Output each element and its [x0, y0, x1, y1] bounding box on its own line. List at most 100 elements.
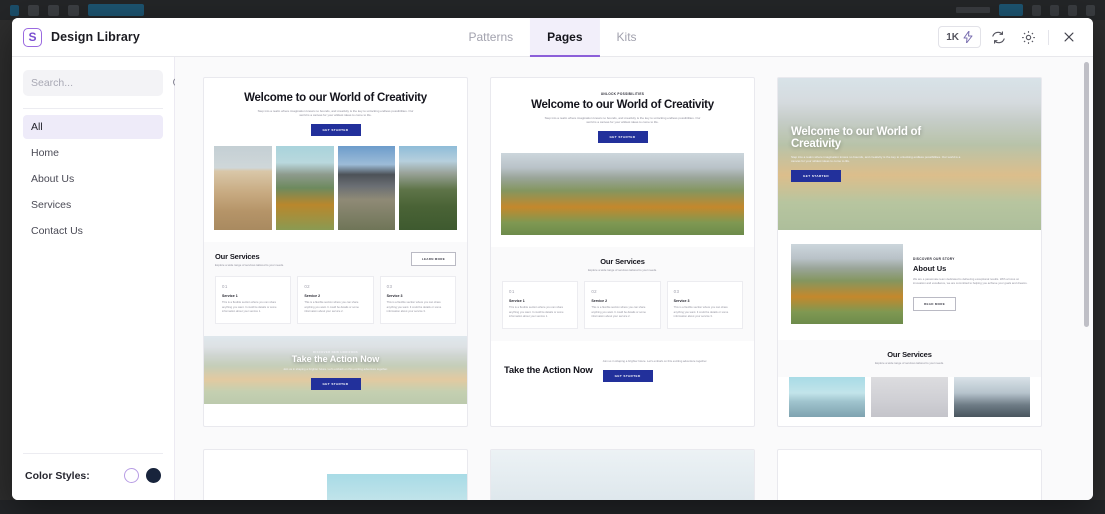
service-desc: This is a flexible section where you can…	[304, 301, 359, 313]
close-button[interactable]	[1056, 24, 1082, 50]
color-swatch-light[interactable]	[124, 468, 139, 483]
service-card[interactable]: 03 Service 3 This is a flexible section …	[666, 281, 743, 329]
cta-content: DISCOVER NEW HORIZONS Take the Action No…	[283, 350, 388, 390]
services-title: Our Services	[215, 252, 260, 262]
tab-kits[interactable]: Kits	[600, 18, 654, 56]
tab-patterns[interactable]: Patterns	[451, 18, 530, 56]
hero-title: Welcome to our World of Creativity	[531, 99, 714, 111]
host-toolbar-chip	[1032, 4, 1041, 16]
cta-title: Take the Action Now	[504, 364, 593, 376]
service-title: Service 1	[509, 299, 525, 304]
service-number: 03	[386, 284, 393, 290]
hero-title: Welcome to our World of Creativity	[791, 125, 921, 151]
learn-more-button[interactable]: LEARN MORE	[410, 252, 456, 267]
sidebar-item-home[interactable]: Home	[23, 141, 163, 165]
color-styles-label: Color Styles:	[25, 469, 90, 482]
host-toolbar-chip	[1050, 4, 1059, 16]
cta-subtitle: Join us in shaping a brighter future. Le…	[283, 366, 388, 371]
about-section: DISCOVER OUR STORY About Us We are a pas…	[778, 230, 1041, 340]
service-number: 02	[304, 284, 311, 290]
tab-bar: Patterns Pages Kits	[451, 18, 654, 57]
credits-count: 1K	[946, 31, 959, 43]
services-subtitle: Explore a wide range of services tailore…	[588, 268, 657, 273]
host-toolbar-pill	[88, 4, 144, 16]
hero-image	[501, 153, 744, 236]
hero-cta-button[interactable]: GET STARTED	[791, 170, 841, 183]
page-template-card[interactable]	[490, 449, 755, 500]
template-canvas[interactable]: Welcome to our World of Creativity Step …	[175, 57, 1093, 500]
search-box[interactable]	[23, 70, 184, 96]
sidebar: All Home About Us Services Contact Us Co…	[12, 57, 184, 500]
service-desc: This is a flexible section where you can…	[509, 306, 564, 318]
canvas-scrollbar[interactable]	[1083, 62, 1090, 495]
cta-content: Join us in shaping a brighter future. Le…	[602, 359, 741, 383]
sidebar-footer-divider	[23, 453, 163, 454]
service-title: Service 2	[304, 294, 321, 299]
sidebar-item-contact-us[interactable]: Contact Us	[23, 219, 163, 243]
host-toolbar-chip	[28, 4, 39, 16]
credits-badge[interactable]: 1K	[938, 26, 981, 48]
page-template-card[interactable]: Our Inspiring Journey	[777, 449, 1042, 500]
scrollbar-thumb[interactable]	[1084, 62, 1089, 327]
cta-button[interactable]: GET STARTED	[602, 370, 653, 383]
sync-icon	[991, 30, 1006, 45]
services-subtitle: Explore a wide range of services tailore…	[215, 263, 284, 268]
service-desc: This is a flexible section where you can…	[222, 301, 277, 313]
hero-image	[399, 146, 457, 231]
header-divider	[1048, 29, 1049, 45]
sidebar-divider	[23, 108, 163, 109]
host-toolbar-chip	[1068, 4, 1077, 16]
settings-button[interactable]	[1015, 24, 1041, 50]
host-toolbar-chip	[1086, 4, 1095, 16]
about-content: DISCOVER OUR STORY About Us We are a pas…	[913, 257, 1028, 312]
search-input[interactable]	[31, 77, 166, 89]
service-card[interactable]: 02 Service 2 This is a flexible section …	[584, 281, 661, 329]
about-image	[791, 244, 903, 324]
hero-cta-button[interactable]: GET STARTED	[310, 124, 361, 137]
service-card[interactable]: 02 Service 2 This is a flexible section …	[297, 276, 374, 324]
service-thumb	[789, 377, 866, 417]
read-more-button[interactable]: READ MORE	[913, 297, 957, 312]
sync-button[interactable]	[985, 24, 1011, 50]
page-template-card[interactable]	[203, 449, 468, 500]
hero-image-row	[204, 146, 467, 242]
service-number: 01	[222, 284, 228, 290]
hero-section: Welcome to our World of Creativity Step …	[204, 78, 467, 146]
cta-section: DISCOVER NEW HORIZONS Take the Action No…	[204, 335, 467, 404]
host-toolbar-text	[956, 7, 990, 13]
host-toolbar-chip	[48, 4, 59, 16]
about-title: About Us	[913, 263, 947, 273]
color-swatch-dark[interactable]	[146, 468, 161, 483]
hero-section: Welcome to our World of Creativity Step …	[778, 78, 1041, 230]
host-bottom-bar	[0, 500, 1105, 514]
hero-image-row	[491, 153, 754, 247]
hero-image	[214, 146, 272, 231]
service-card[interactable]: 03 Service 3 This is a flexible section …	[379, 276, 456, 324]
sidebar-footer: Color Styles:	[23, 453, 163, 500]
tab-pages[interactable]: Pages	[530, 18, 600, 57]
page-template-card[interactable]: UNLOCK POSSIBILITIES Welcome to our Worl…	[490, 77, 755, 427]
service-thumb	[953, 377, 1030, 417]
hero-title: Welcome to our World of Creativity	[244, 92, 427, 104]
service-card[interactable]: 01 Service 1 This is a flexible section …	[215, 276, 292, 324]
host-toolbar-chip	[10, 4, 19, 16]
services-row: 01 Service 1 This is a flexible section …	[215, 276, 456, 324]
hero-subtitle: Step into a realm where imagination know…	[544, 115, 701, 124]
service-number: 03	[673, 289, 680, 295]
sidebar-item-services[interactable]: Services	[23, 193, 163, 217]
service-title: Service 3	[673, 299, 690, 304]
sidebar-item-about-us[interactable]: About Us	[23, 167, 163, 191]
color-styles: Color Styles:	[23, 468, 163, 500]
about-desc: We are a passionate team dedicated to de…	[913, 276, 1028, 285]
services-row: 01 Service 1 This is a flexible section …	[502, 281, 743, 329]
page-title: Design Library	[51, 30, 140, 44]
sidebar-item-all[interactable]: All	[23, 115, 163, 139]
page-template-card[interactable]: Welcome to our World of Creativity Step …	[203, 77, 468, 427]
cta-button[interactable]: GET STARTED	[310, 377, 361, 390]
hero-cta-button[interactable]: GET STARTED	[597, 131, 648, 144]
service-desc: This is a flexible section where you can…	[386, 301, 442, 313]
page-template-card[interactable]: Welcome to our World of Creativity Step …	[777, 77, 1042, 427]
service-title: Service 1	[222, 294, 238, 299]
services-title: Our Services	[887, 350, 932, 359]
service-card[interactable]: 01 Service 1 This is a flexible section …	[502, 281, 579, 329]
